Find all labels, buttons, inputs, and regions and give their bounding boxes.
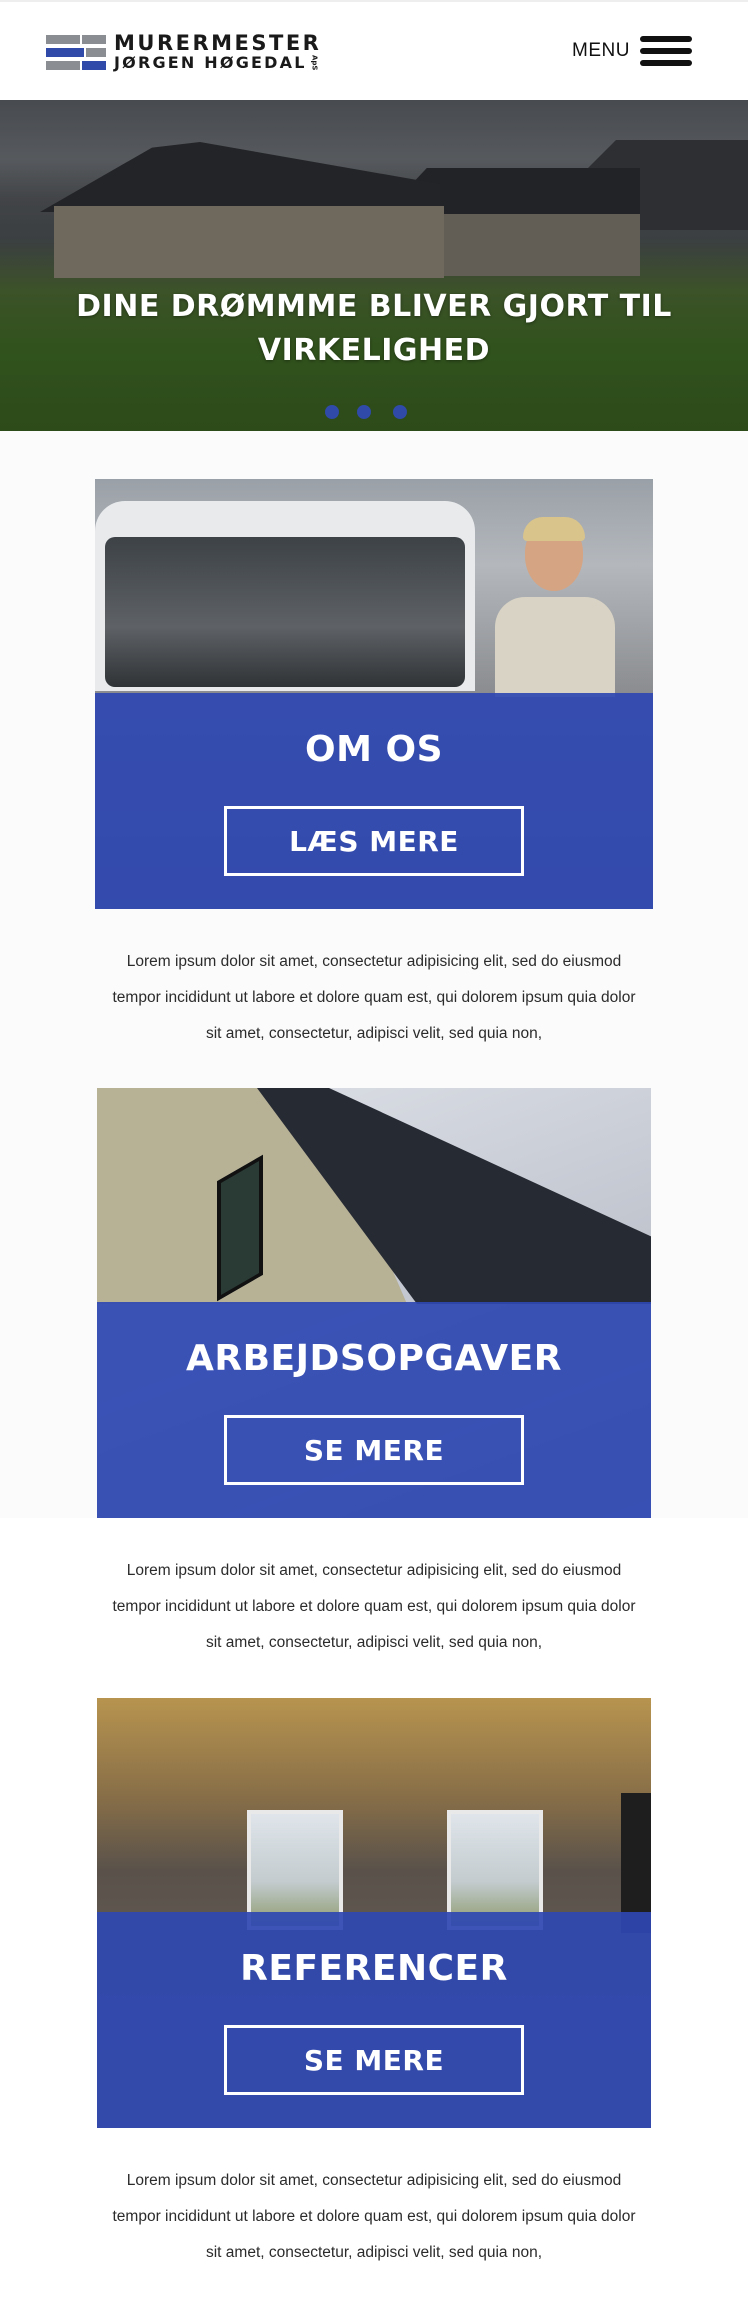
section-title: OM OS — [305, 729, 443, 770]
menu-label: MENU — [572, 40, 630, 61]
description-line-1: Lorem ipsum dolor sit amet, consectetur … — [126, 2172, 622, 2189]
description-line-2: tempor incididunt ut labore et dolore qu… — [112, 2208, 636, 2225]
logo-line-2-text: JØRGEN HØGEDAL — [114, 53, 307, 72]
see-more-button[interactable]: SE MERE — [224, 2025, 524, 2095]
section-card-om-os: OM OS LÆS MERE — [95, 479, 653, 909]
hero-title-line-1: DINE DRØMMME BLIVER GJORT TIL — [76, 289, 672, 324]
section-title: ARBEJDSOPGAVER — [186, 1338, 562, 1379]
slider-dot-2[interactable] — [357, 405, 371, 419]
lower-content: Lorem ipsum dolor sit amet, consectetur … — [0, 1518, 748, 2307]
description-line-3: sit amet, consectetur, adipisci velit, s… — [205, 1634, 542, 1651]
section-title: REFERENCER — [240, 1948, 508, 1989]
description-line-3: sit amet, consectetur, adipisci velit, s… — [205, 1025, 542, 1042]
hamburger-icon — [640, 36, 692, 66]
section-description: Lorem ipsum dolor sit amet, consectetur … — [94, 1553, 654, 1661]
section-card-referencer: REFERENCER SE MERE — [97, 1698, 651, 2128]
logo-brick-icon — [46, 35, 106, 71]
section-description: Lorem ipsum dolor sit amet, consectetur … — [94, 2163, 654, 2271]
hero-title: DINE DRØMMME BLIVER GJORT TIL VIRKELIGHE… — [0, 285, 748, 373]
section-card-arbejdsopgaver: ARBEJDSOPGAVER SE MERE — [97, 1088, 651, 1518]
company-logo[interactable]: MURERMESTER JØRGEN HØGEDAL ApS — [46, 33, 321, 73]
read-more-button[interactable]: LÆS MERE — [224, 806, 524, 876]
logo-line-1: MURERMESTER — [114, 31, 322, 55]
description-line-2: tempor incididunt ut labore et dolore qu… — [112, 989, 636, 1006]
description-line-3: sit amet, consectetur, adipisci velit, s… — [205, 2244, 542, 2261]
hero-title-line-2: VIRKELIGHED — [257, 333, 491, 368]
slider-dot-1[interactable] — [325, 405, 339, 419]
section-description: Lorem ipsum dolor sit amet, consectetur … — [94, 944, 654, 1052]
hero-slider: DINE DRØMMME BLIVER GJORT TIL VIRKELIGHE… — [0, 100, 748, 431]
slider-dot-3[interactable] — [393, 405, 407, 419]
logo-suffix: ApS — [310, 55, 319, 71]
logo-wordmark: MURERMESTER JØRGEN HØGEDAL ApS — [114, 33, 321, 73]
description-line-1: Lorem ipsum dolor sit amet, consectetur … — [126, 1562, 622, 1579]
main-content: OM OS LÆS MERE Lorem ipsum dolor sit ame… — [0, 431, 748, 1518]
description-line-1: Lorem ipsum dolor sit amet, consectetur … — [126, 953, 622, 970]
menu-button[interactable]: MENU — [572, 36, 692, 66]
site-header: MURERMESTER JØRGEN HØGEDAL ApS MENU — [0, 0, 748, 100]
description-line-2: tempor incididunt ut labore et dolore qu… — [112, 1598, 636, 1615]
logo-line-2: JØRGEN HØGEDAL ApS — [114, 53, 321, 73]
see-more-button[interactable]: SE MERE — [224, 1415, 524, 1485]
